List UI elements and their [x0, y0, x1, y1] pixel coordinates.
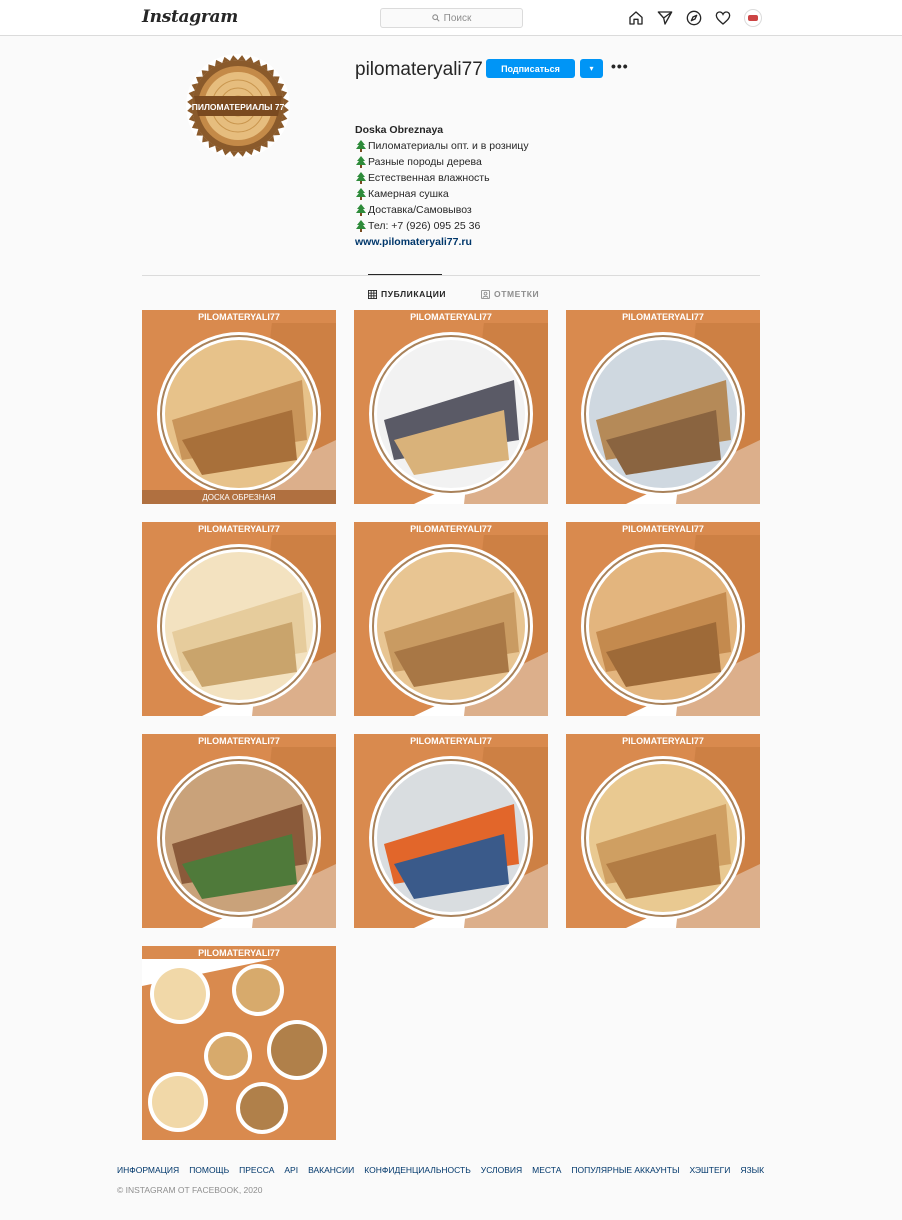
footer-links: ИНФОРМАЦИЯ ПОМОЩЬ ПРЕССА API ВАКАНСИИ КО…	[117, 1165, 764, 1175]
bio-line-text: Пиломатериалы опт. и в розницу	[368, 140, 529, 152]
profile-bio: Doska Obreznaya Пиломатериалы опт. и в р…	[355, 122, 529, 250]
footer-link[interactable]: API	[284, 1165, 298, 1175]
post-thumbnail[interactable]: PILOMATERYALI77	[354, 734, 548, 928]
footer-link[interactable]: ВАКАНСИИ	[308, 1165, 354, 1175]
post-thumbnail[interactable]: PILOMATERYALI77	[142, 946, 336, 1140]
bio-line-text: Естественная влажность	[368, 172, 490, 184]
activity-heart-icon[interactable]	[715, 10, 731, 26]
avatar-logo-text: ПИЛОМАТЕРИАЛЫ 77	[192, 102, 285, 112]
direct-messages-icon[interactable]	[657, 10, 673, 26]
post-image: PILOMATERYALI77	[142, 522, 336, 716]
top-navigation-bar: Instagram Поиск	[0, 0, 902, 36]
post-thumbnail[interactable]: PILOMATERYALI77	[142, 522, 336, 716]
post-image: PILOMATERYALI77	[142, 946, 336, 1140]
profile-avatar[interactable]: ПИЛОМАТЕРИАЛЫ 77	[186, 54, 290, 158]
post-brand-text: PILOMATERYALI77	[622, 736, 704, 746]
footer-link[interactable]: ЯЗЫК	[740, 1165, 764, 1175]
footer-link[interactable]: ХЭШТЕГИ	[690, 1165, 731, 1175]
post-thumbnail[interactable]: PILOMATERYALI77	[354, 522, 548, 716]
bio-line: Камерная сушка	[355, 186, 529, 202]
profile-avatar-thumb	[748, 15, 758, 21]
saw-tooth	[230, 55, 238, 61]
tree-emoji-icon	[356, 140, 366, 152]
post-brand-text: PILOMATERYALI77	[622, 312, 704, 322]
post-image: PILOMATERYALI77	[142, 734, 336, 928]
follow-button[interactable]: Подписаться	[486, 59, 575, 78]
tree-emoji-icon	[356, 220, 366, 232]
profile-full-name: Doska Obreznaya	[355, 124, 444, 136]
active-tab-indicator	[368, 274, 442, 275]
post-image: PILOMATERYALI77	[354, 734, 548, 928]
explore-icon[interactable]	[686, 10, 702, 26]
bio-line: Естественная влажность	[355, 170, 529, 186]
copyright-text: © INSTAGRAM ОТ FACEBOOK, 2020	[117, 1185, 263, 1195]
footer-link[interactable]: КОНФИДЕНЦИАЛЬНОСТЬ	[364, 1165, 471, 1175]
footer-link[interactable]: ПОПУЛЯРНЫЕ АККАУНТЫ	[571, 1165, 679, 1175]
post-image: PILOMATERYALI77	[354, 522, 548, 716]
tree-emoji-icon	[356, 172, 366, 184]
bio-line: Тел: +7 (926) 095 25 36	[355, 218, 529, 234]
bio-line: Доставка/Самовывоз	[355, 202, 529, 218]
home-icon[interactable]	[628, 10, 644, 26]
tree-emoji-icon	[356, 156, 366, 168]
post-brand-text: PILOMATERYALI77	[198, 948, 280, 958]
search-icon	[431, 14, 440, 22]
post-thumbnail[interactable]: PILOMATERYALI77	[566, 522, 760, 716]
bio-line-text: Тел: +7 (926) 095 25 36	[368, 220, 481, 232]
post-thumbnail[interactable]: PILOMATERYALI77 ДОСКА ОБРЕЗНАЯ	[142, 310, 336, 504]
post-brand-text: PILOMATERYALI77	[410, 312, 492, 322]
post-brand-text: PILOMATERYALI77	[198, 736, 280, 746]
tagged-user-icon	[481, 289, 490, 299]
post-thumbnail[interactable]: PILOMATERYALI77	[142, 734, 336, 928]
footer-link[interactable]: УСЛОВИЯ	[481, 1165, 522, 1175]
saw-tooth	[230, 151, 238, 157]
grid-icon	[368, 289, 377, 299]
post-image: PILOMATERYALI77	[566, 310, 760, 504]
tab-posts[interactable]: ПУБЛИКАЦИИ	[368, 289, 446, 299]
instagram-logo[interactable]: Instagram	[142, 7, 238, 27]
bio-line: Разные породы дерева	[355, 154, 529, 170]
footer-link[interactable]: ПОМОЩЬ	[189, 1165, 229, 1175]
search-input[interactable]: Поиск	[380, 8, 523, 28]
bio-line-text: Камерная сушка	[368, 188, 449, 200]
post-brand-text: PILOMATERYALI77	[622, 524, 704, 534]
post-thumbnail[interactable]: PILOMATERYALI77	[566, 310, 760, 504]
post-image: PILOMATERYALI77	[566, 522, 760, 716]
tree-emoji-icon	[356, 188, 366, 200]
post-image: PILOMATERYALI77	[354, 310, 548, 504]
suggested-accounts-dropdown-button[interactable]: ▾	[580, 59, 603, 78]
post-image: PILOMATERYALI77	[566, 734, 760, 928]
post-image: PILOMATERYALI77 ДОСКА ОБРЕЗНАЯ	[142, 310, 336, 504]
post-brand-text: PILOMATERYALI77	[198, 312, 280, 322]
profile-avatar-small[interactable]	[744, 9, 762, 27]
post-brand-text: PILOMATERYALI77	[410, 524, 492, 534]
profile-website-link[interactable]: www.pilomateryali77.ru	[355, 234, 529, 250]
tab-tagged[interactable]: ОТМЕТКИ	[481, 289, 539, 299]
tabs-divider	[142, 275, 760, 276]
tree-emoji-icon	[356, 204, 366, 216]
post-caption-text: ДОСКА ОБРЕЗНАЯ	[202, 493, 276, 502]
post-brand-text: PILOMATERYALI77	[410, 736, 492, 746]
saw-blade-logo: ПИЛОМАТЕРИАЛЫ 77	[187, 55, 289, 157]
search-placeholder: Поиск	[443, 12, 472, 24]
bio-line: Пиломатериалы опт. и в розницу	[355, 138, 529, 154]
profile-username: pilomateryali77	[355, 59, 483, 80]
saw-tooth	[238, 55, 246, 61]
bio-line-text: Разные породы дерева	[368, 156, 482, 168]
footer-link[interactable]: МЕСТА	[532, 1165, 561, 1175]
tab-posts-label: ПУБЛИКАЦИИ	[381, 289, 447, 299]
saw-tooth	[238, 151, 246, 157]
post-thumbnail[interactable]: PILOMATERYALI77	[566, 734, 760, 928]
bio-line-text: Доставка/Самовывоз	[368, 204, 472, 216]
post-thumbnail[interactable]: PILOMATERYALI77	[354, 310, 548, 504]
footer-link[interactable]: ПРЕССА	[239, 1165, 274, 1175]
post-brand-text: PILOMATERYALI77	[198, 524, 280, 534]
more-options-button[interactable]: •••	[611, 58, 629, 74]
tab-tagged-label: ОТМЕТКИ	[494, 289, 540, 299]
footer-link[interactable]: ИНФОРМАЦИЯ	[117, 1165, 179, 1175]
